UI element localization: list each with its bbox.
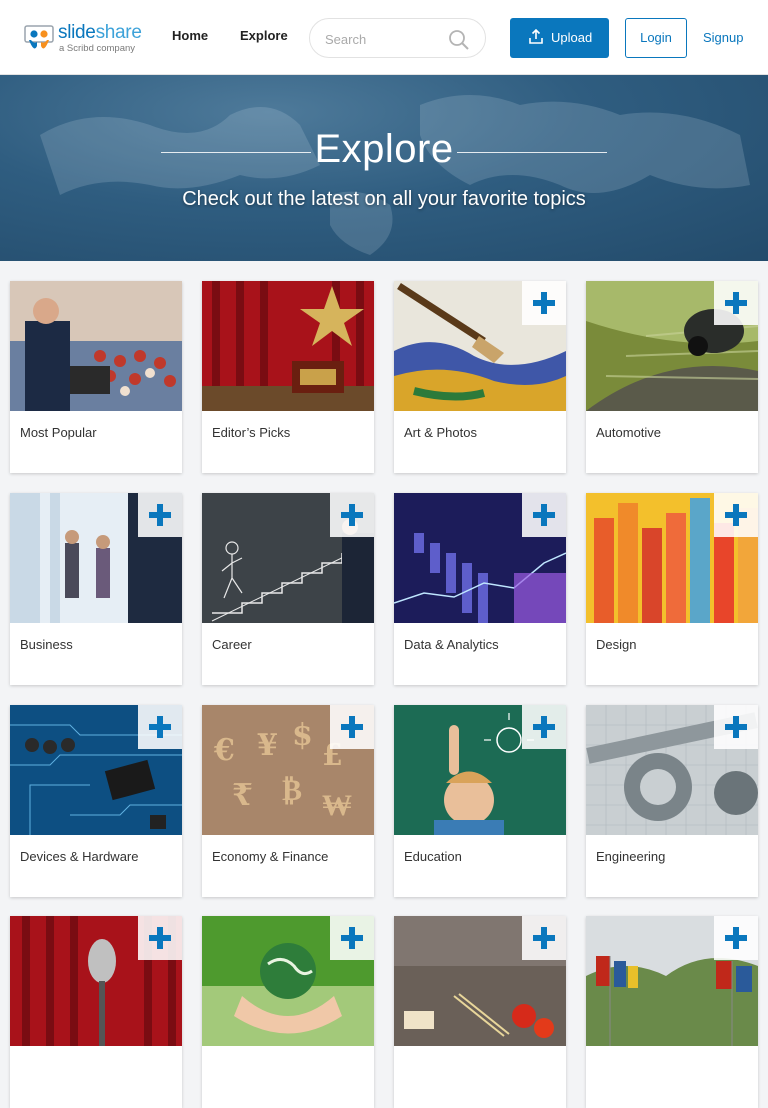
category-title: Data & Analytics bbox=[404, 637, 499, 652]
search-icon[interactable] bbox=[448, 29, 470, 51]
star-trophy-image bbox=[202, 281, 374, 411]
svg-text:₩: ₩ bbox=[322, 788, 352, 823]
category-title: Engineering bbox=[596, 849, 666, 864]
follow-category-plus-icon[interactable] bbox=[330, 493, 374, 537]
category-card[interactable]: Art & Photos bbox=[394, 281, 566, 473]
category-card[interactable]: Career bbox=[202, 493, 374, 685]
follow-category-plus-icon[interactable] bbox=[714, 493, 758, 537]
category-card[interactable] bbox=[202, 916, 374, 1108]
follow-category-plus-icon[interactable] bbox=[714, 916, 758, 960]
category-card[interactable]: Editor’s Picks bbox=[202, 281, 374, 473]
follow-category-plus-icon[interactable] bbox=[714, 281, 758, 325]
category-card[interactable]: Most Popular bbox=[10, 281, 182, 473]
category-card[interactable] bbox=[586, 916, 758, 1108]
search-box bbox=[309, 18, 486, 58]
category-card[interactable]: Automotive bbox=[586, 281, 758, 473]
follow-category-plus-icon[interactable] bbox=[330, 916, 374, 960]
category-card[interactable]: Design bbox=[586, 493, 758, 685]
category-thumbnail[interactable] bbox=[10, 281, 182, 411]
category-card[interactable]: Data & Analytics bbox=[394, 493, 566, 685]
follow-category-plus-icon[interactable] bbox=[138, 916, 182, 960]
explore-hero-banner: Explore Check out the latest on all your… bbox=[0, 75, 768, 261]
category-thumbnail[interactable] bbox=[202, 281, 374, 411]
follow-category-plus-icon[interactable] bbox=[522, 493, 566, 537]
slideshare-logo[interactable]: slideshare a Scribd company bbox=[24, 20, 144, 56]
category-title: Automotive bbox=[596, 425, 662, 440]
nav-home-link[interactable]: Home bbox=[172, 28, 208, 43]
category-card[interactable]: Devices & Hardware bbox=[10, 705, 182, 897]
hero-title: Explore bbox=[314, 127, 454, 171]
category-title: Career bbox=[212, 637, 252, 652]
login-button[interactable]: Login bbox=[625, 18, 687, 58]
conference-audience-image bbox=[10, 281, 182, 411]
upload-label: Upload bbox=[551, 30, 593, 45]
site-header: slideshare a Scribd company Home Explore… bbox=[0, 0, 768, 75]
category-card[interactable]: Business bbox=[10, 493, 182, 685]
svg-text:₹: ₹ bbox=[232, 778, 253, 813]
follow-category-plus-icon[interactable] bbox=[522, 281, 566, 325]
svg-text:¥: ¥ bbox=[257, 728, 278, 763]
slideshare-logo-icon bbox=[24, 25, 54, 49]
category-card[interactable]: Education bbox=[394, 705, 566, 897]
follow-category-plus-icon[interactable] bbox=[138, 493, 182, 537]
logo-wordmark: slideshare bbox=[58, 22, 142, 43]
search-input[interactable] bbox=[325, 29, 445, 49]
category-card[interactable] bbox=[10, 916, 182, 1108]
category-title: Business bbox=[20, 637, 73, 652]
category-title: Economy & Finance bbox=[212, 849, 329, 864]
follow-category-plus-icon[interactable] bbox=[330, 705, 374, 749]
hero-divider-right bbox=[457, 152, 607, 153]
signup-link[interactable]: Signup bbox=[703, 30, 743, 45]
category-card[interactable]: Engineering bbox=[586, 705, 758, 897]
category-title: Most Popular bbox=[20, 425, 97, 440]
follow-category-plus-icon[interactable] bbox=[714, 705, 758, 749]
category-card[interactable]: € ¥ $ £ ₹ ₿ ₩ Economy & Finance bbox=[202, 705, 374, 897]
category-title: Devices & Hardware bbox=[20, 849, 139, 864]
hero-subtitle: Check out the latest on all your favorit… bbox=[182, 188, 586, 210]
upload-icon bbox=[529, 29, 543, 44]
follow-category-plus-icon[interactable] bbox=[522, 916, 566, 960]
upload-button[interactable]: Upload bbox=[510, 18, 609, 58]
svg-text:$: $ bbox=[292, 718, 313, 753]
follow-category-plus-icon[interactable] bbox=[522, 705, 566, 749]
category-title: Education bbox=[404, 849, 462, 864]
svg-text:₿: ₿ bbox=[282, 773, 302, 808]
nav-explore-link[interactable]: Explore bbox=[240, 28, 288, 43]
svg-text:€: € bbox=[213, 733, 235, 768]
logo-subtitle: a Scribd company bbox=[59, 43, 136, 54]
category-title: Design bbox=[596, 637, 637, 652]
category-title: Art & Photos bbox=[404, 425, 477, 440]
category-title: Editor’s Picks bbox=[212, 425, 291, 440]
category-card[interactable] bbox=[394, 916, 566, 1108]
follow-category-plus-icon[interactable] bbox=[138, 705, 182, 749]
